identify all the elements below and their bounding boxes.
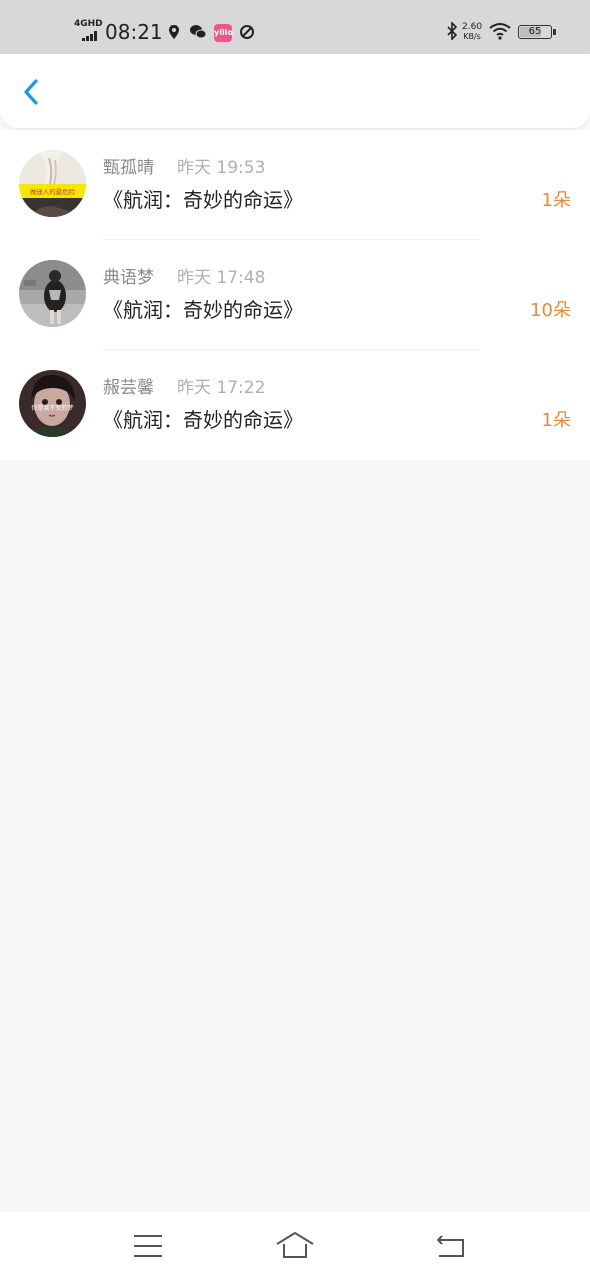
back-button[interactable]: [14, 74, 50, 110]
list-item[interactable]: 你是我不变的梦 赧芸馨 昨天 17:22 《航润：奇妙的命运》 1朵: [0, 350, 590, 460]
chevron-left-icon: [24, 79, 38, 105]
battery-icon: 65: [518, 25, 556, 39]
wifi-icon: [489, 22, 511, 44]
back-nav-button[interactable]: [430, 1230, 470, 1262]
avatar[interactable]: [19, 260, 86, 327]
avatar-caption: 做迷人的最危险: [30, 187, 76, 196]
avatar[interactable]: 做迷人的最危险: [19, 150, 86, 217]
flower-count: 10朵: [530, 300, 571, 321]
sender-name: 典语梦: [103, 268, 154, 288]
battery-level: 65: [528, 26, 542, 37]
bluetooth-icon: [446, 21, 458, 45]
header-bar: [0, 54, 590, 128]
flower-count: 1朵: [541, 410, 571, 431]
book-title: 《航润：奇妙的命运》: [103, 188, 303, 212]
network-speed: 2.60 KB/s: [462, 22, 483, 42]
network-type: 4GHD: [74, 19, 103, 29]
book-title: 《航润：奇妙的命运》: [103, 408, 303, 432]
avatar-caption: 你是我不变的梦: [31, 404, 73, 412]
sender-name: 甄孤晴: [103, 158, 154, 178]
location-icon: [166, 24, 182, 40]
signal-icon: [82, 31, 98, 41]
gift-time: 昨天 19:53: [177, 158, 266, 178]
avatar[interactable]: 你是我不变的梦: [19, 370, 86, 437]
gift-time: 昨天 17:22: [177, 378, 266, 398]
home-button[interactable]: [275, 1230, 315, 1262]
wechat-icon: [189, 24, 207, 40]
gift-time: 昨天 17:48: [177, 268, 266, 288]
flower-count: 1朵: [541, 190, 571, 211]
speed-unit: KB/s: [463, 32, 481, 41]
home-icon: [276, 1232, 314, 1258]
menu-icon: [134, 1235, 162, 1257]
menu-button[interactable]: [128, 1230, 168, 1262]
list-item[interactable]: 典语梦 昨天 17:48 《航润：奇妙的命运》 10朵: [0, 240, 590, 350]
status-bar: 4GHD 08:21 ylilo 2.60 KB/s 65: [0, 0, 590, 54]
book-title: 《航润：奇妙的命运》: [103, 298, 303, 322]
sender-name: 赧芸馨: [103, 378, 154, 398]
back-icon: [437, 1235, 464, 1257]
list-item[interactable]: 做迷人的最危险 甄孤晴 昨天 19:53 《航润：奇妙的命运》 1朵: [0, 130, 590, 240]
gift-record-list: 做迷人的最危险 甄孤晴 昨天 19:53 《航润：奇妙的命运》 1朵 典语梦 昨…: [0, 130, 590, 460]
clock: 08:21: [105, 20, 163, 44]
app-badge-icon: ylilo: [214, 24, 233, 42]
sync-icon: [239, 24, 255, 40]
speed-value: 2.60: [462, 22, 483, 32]
system-nav-bar: [0, 1212, 590, 1280]
